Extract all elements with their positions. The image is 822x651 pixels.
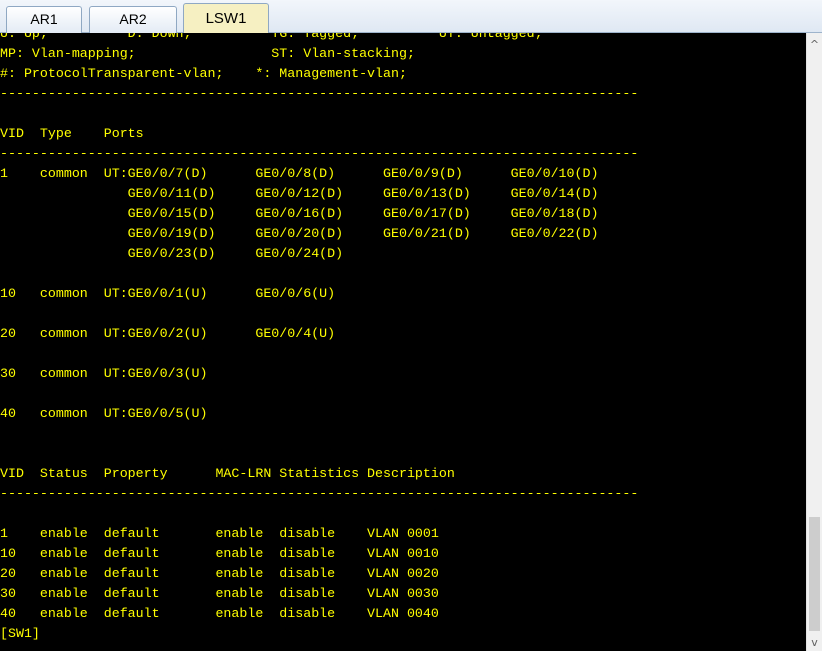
terminal-line: 30 common UT:GE0/0/3(U) <box>0 366 208 381</box>
terminal-line: ----------------------------------------… <box>0 146 639 161</box>
terminal-line: [SW1] <box>0 626 40 641</box>
terminal-line: 20 enable default enable disable VLAN 00… <box>0 566 439 581</box>
terminal-line: MP: Vlan-mapping; ST: Vlan-stacking; <box>0 46 415 61</box>
vertical-scrollbar[interactable]: ^ v <box>806 33 822 651</box>
terminal-line: 40 common UT:GE0/0/5(U) <box>0 406 208 421</box>
terminal-line: U: Up; D: Down; TG: Tagged; UT: Untagged… <box>0 33 543 41</box>
terminal-line: GE0/0/11(D) GE0/0/12(D) GE0/0/13(D) GE0/… <box>0 186 599 201</box>
scrollbar-thumb[interactable] <box>809 517 820 631</box>
terminal-line: VID Type Ports <box>0 126 144 141</box>
terminal-output: U: Up; D: Down; TG: Tagged; UT: Untagged… <box>0 33 638 644</box>
tab-lsw1[interactable]: LSW1 <box>183 3 269 34</box>
terminal-line: GE0/0/23(D) GE0/0/24(D) <box>0 246 344 261</box>
tab-bar: AR1 AR2 LSW1 <box>0 0 822 34</box>
terminal-window[interactable]: U: Up; D: Down; TG: Tagged; UT: Untagged… <box>0 33 806 651</box>
tab-ar1[interactable]: AR1 <box>6 6 82 33</box>
terminal-line: GE0/0/19(D) GE0/0/20(D) GE0/0/21(D) GE0/… <box>0 226 599 241</box>
terminal-line: #: ProtocolTransparent-vlan; *: Manageme… <box>0 66 407 81</box>
terminal-line: 1 common UT:GE0/0/7(D) GE0/0/8(D) GE0/0/… <box>0 166 599 181</box>
terminal-line: ----------------------------------------… <box>0 86 639 101</box>
terminal-line: 20 common UT:GE0/0/2(U) GE0/0/4(U) <box>0 326 336 341</box>
terminal-line: 10 enable default enable disable VLAN 00… <box>0 546 439 561</box>
scroll-up-icon[interactable]: ^ <box>807 37 822 52</box>
tab-ar2[interactable]: AR2 <box>89 6 177 33</box>
terminal-line: GE0/0/15(D) GE0/0/16(D) GE0/0/17(D) GE0/… <box>0 206 599 221</box>
terminal-line: ----------------------------------------… <box>0 486 639 501</box>
terminal-line: 1 enable default enable disable VLAN 000… <box>0 526 439 541</box>
terminal-line: 10 common UT:GE0/0/1(U) GE0/0/6(U) <box>0 286 336 301</box>
terminal-line: VID Status Property MAC-LRN Statistics D… <box>0 466 455 481</box>
scroll-down-icon[interactable]: v <box>807 635 822 650</box>
terminal-line: 30 enable default enable disable VLAN 00… <box>0 586 439 601</box>
terminal-line: 40 enable default enable disable VLAN 00… <box>0 606 439 621</box>
